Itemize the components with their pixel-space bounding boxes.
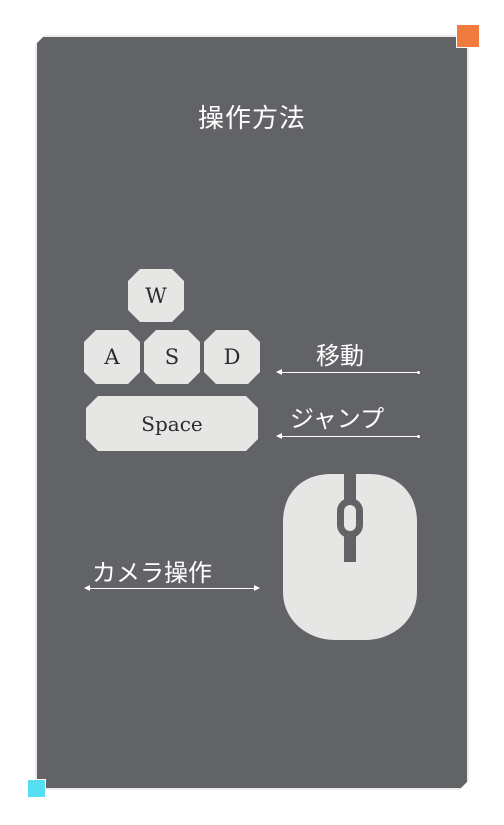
jump-arrow xyxy=(276,433,420,439)
corner-marker-orange xyxy=(456,24,480,48)
page-title: 操作方法 xyxy=(197,104,306,134)
camera-label: カメラ操作 xyxy=(92,559,212,587)
jump-label: ジャンプ xyxy=(290,405,385,433)
key-d: D xyxy=(204,330,260,384)
mouse-icon xyxy=(283,474,417,644)
move-label: 移動 xyxy=(316,342,364,370)
key-s: S xyxy=(144,330,200,384)
camera-arrow xyxy=(84,585,260,591)
key-space: Space xyxy=(86,396,258,451)
key-w: W xyxy=(128,269,184,322)
key-a: A xyxy=(84,330,140,384)
move-arrow xyxy=(276,369,420,375)
corner-marker-cyan xyxy=(27,779,46,798)
